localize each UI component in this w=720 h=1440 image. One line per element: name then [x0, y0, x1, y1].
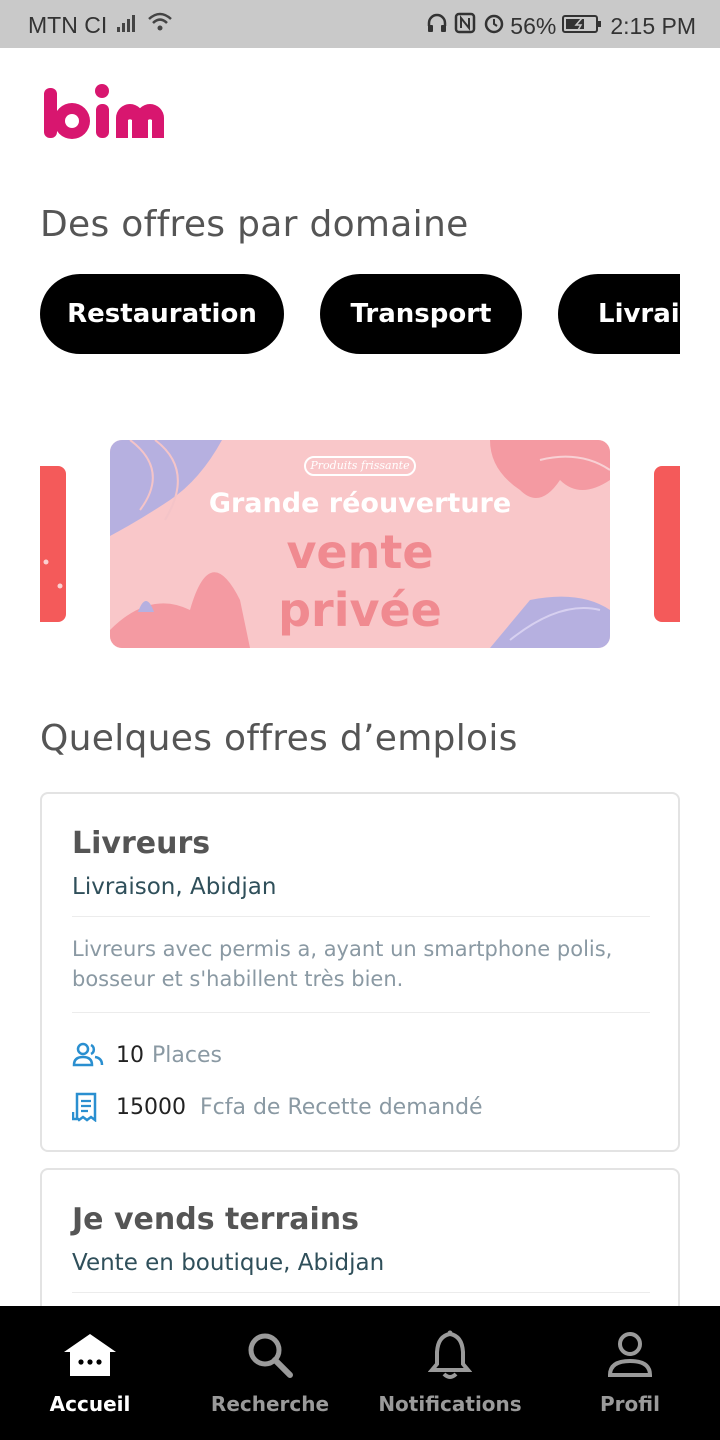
divider — [72, 916, 650, 917]
places-row: 10 Places — [72, 1040, 222, 1070]
nav-notifications[interactable]: Notifications — [360, 1306, 540, 1440]
job-location: Vente en boutique, Abidjan — [72, 1250, 385, 1276]
wifi-icon — [147, 11, 173, 39]
alarm-icon — [482, 11, 506, 41]
nfc-icon — [454, 12, 476, 40]
clock-time: 2:15 PM — [610, 12, 696, 39]
battery-icon — [562, 13, 602, 40]
person-icon — [600, 1328, 660, 1382]
banner-tag: Produits frissante — [304, 456, 416, 476]
nav-accueil[interactable]: Accueil — [0, 1306, 180, 1440]
chip-livraison[interactable]: Livrais — [558, 274, 680, 354]
domains-section-title: Des offres par domaine — [40, 204, 469, 245]
banner-title: Grande réouverture — [208, 488, 512, 519]
bottom-nav: Accueil Recherche Notifications Profil — [0, 1306, 720, 1440]
bell-icon — [420, 1328, 480, 1382]
job-description: Livreurs avec permis a, ayant un smartph… — [72, 937, 613, 991]
job-title: Je vends terrains — [72, 1202, 360, 1237]
revenue-row: 15000 Fcfa de Recette demandé — [72, 1092, 483, 1122]
revenue-value: 15000 — [116, 1094, 186, 1120]
nav-profil[interactable]: Profil — [540, 1306, 720, 1440]
carousel-next-slide[interactable] — [654, 466, 680, 622]
home-icon — [60, 1328, 120, 1382]
jobs-section-title: Quelques offres d’emplois — [40, 718, 518, 759]
job-location: Livraison, Abidjan — [72, 874, 277, 900]
places-label: Places — [152, 1042, 222, 1068]
divider — [72, 1012, 650, 1013]
divider — [72, 1292, 650, 1293]
carrier-label: MTN CI — [28, 11, 108, 38]
job-card[interactable]: Livreurs Livraison, Abidjan Livreurs ave… — [40, 792, 680, 1152]
chip-restauration[interactable]: Restauration — [40, 274, 284, 354]
places-value: 10 — [116, 1042, 144, 1068]
nav-label: Profil — [600, 1392, 660, 1416]
status-bar: MTN CI 56% 2:15 PM — [0, 0, 720, 48]
revenue-label: Fcfa de Recette demandé — [200, 1094, 483, 1120]
banner-line-1: vente — [286, 525, 434, 579]
nav-label: Accueil — [49, 1392, 131, 1416]
job-title: Livreurs — [72, 826, 211, 861]
banner-line-2: privée — [278, 583, 442, 637]
headset-icon — [426, 12, 448, 40]
brand-logo — [42, 78, 172, 148]
job-card[interactable]: Je vends terrains Vente en boutique, Abi… — [40, 1168, 680, 1328]
carousel-prev-slide[interactable] — [40, 466, 66, 622]
nav-label: Recherche — [210, 1392, 330, 1416]
chip-transport[interactable]: Transport — [320, 274, 522, 354]
search-icon — [240, 1328, 300, 1382]
battery-percent: 56% — [510, 12, 557, 39]
signal-icon — [115, 12, 139, 39]
receipt-icon — [72, 1092, 104, 1122]
category-chips[interactable]: Restauration Transport Livrais — [40, 274, 680, 354]
promo-banner[interactable]: Produits frissante Grande réouverture ve… — [110, 440, 610, 648]
nav-label: Notifications — [378, 1392, 522, 1416]
people-icon — [72, 1040, 104, 1070]
nav-recherche[interactable]: Recherche — [180, 1306, 360, 1440]
